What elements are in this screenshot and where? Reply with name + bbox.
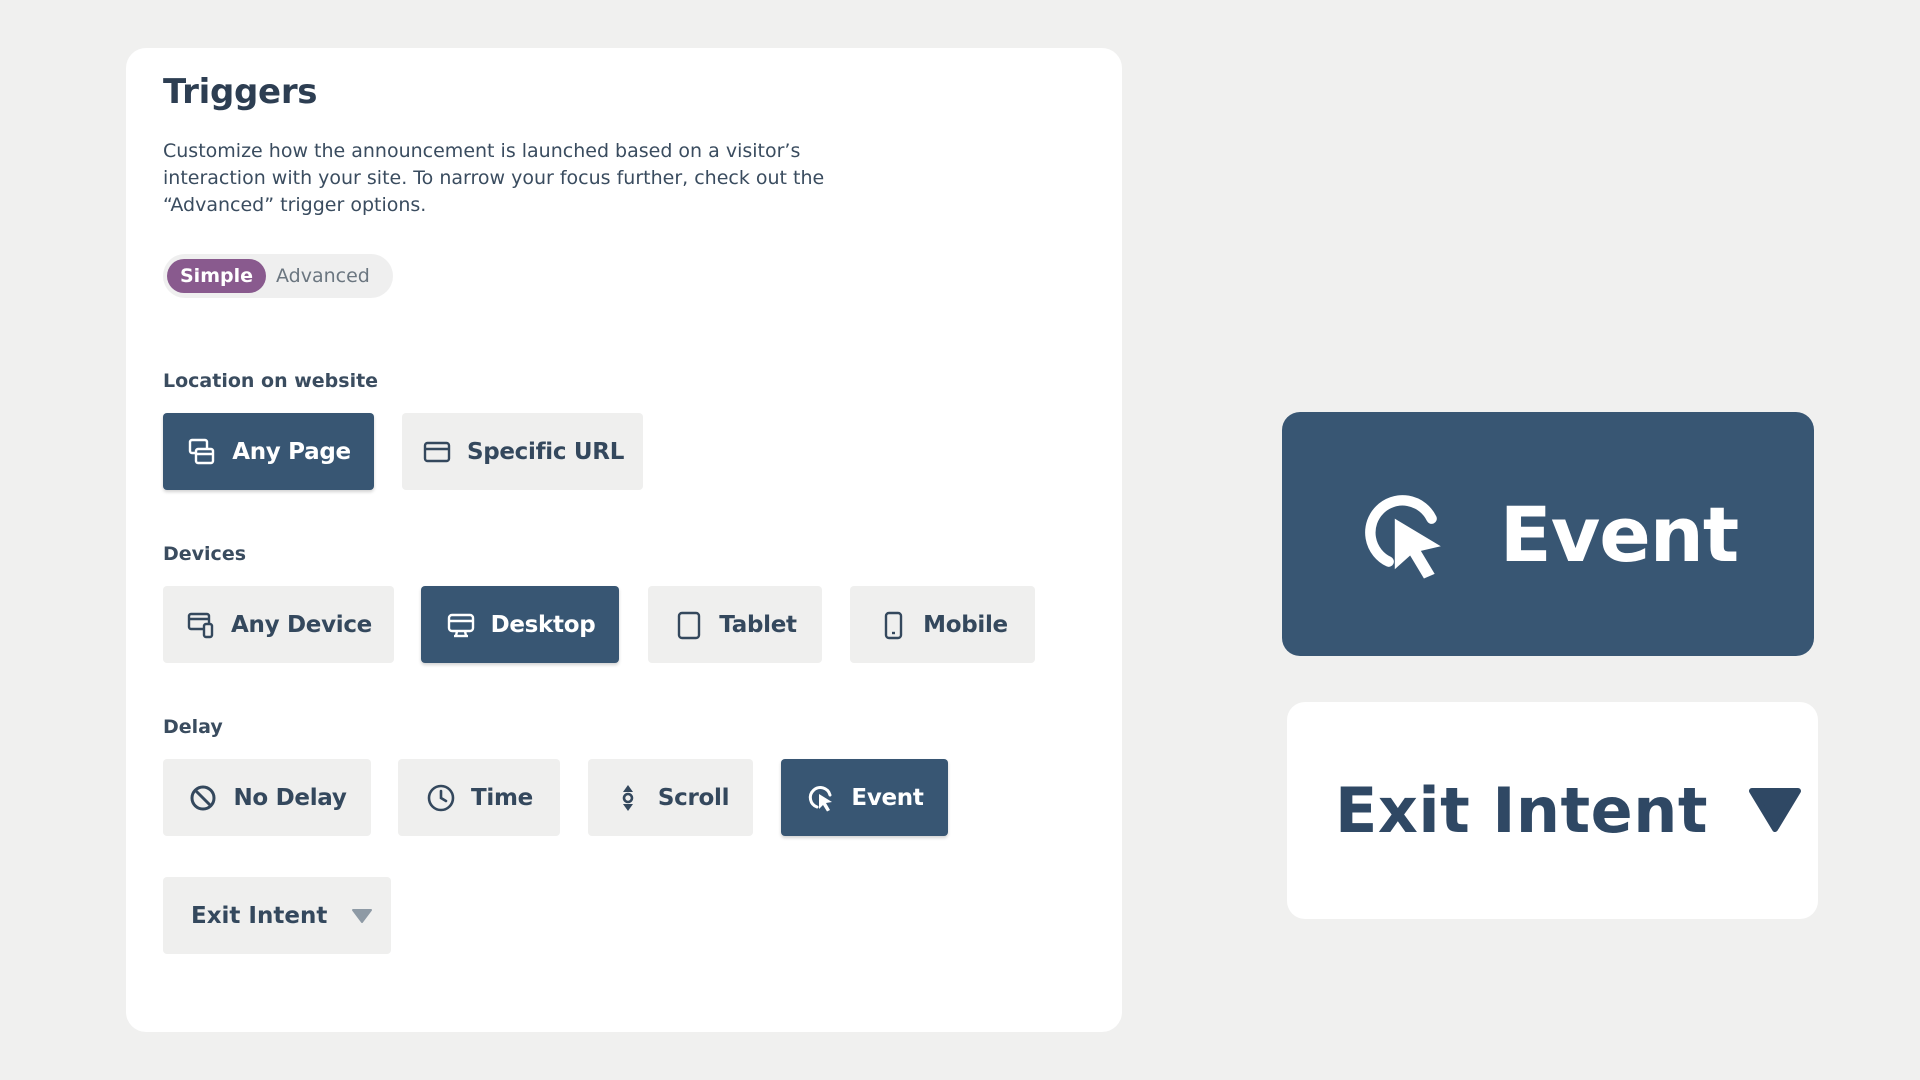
delay-scroll-label: Scroll (657, 784, 730, 811)
caret-down-icon (351, 908, 373, 924)
device-tablet-button[interactable]: Tablet (648, 586, 822, 663)
zoomed-event-label: Event (1499, 489, 1739, 579)
zoomed-event-button[interactable]: Event (1282, 412, 1814, 656)
location-specific-url-label: Specific URL (466, 438, 625, 465)
device-mobile-label: Mobile (923, 611, 1008, 638)
delay-no-delay-button[interactable]: No Delay (163, 759, 371, 836)
device-mobile-button[interactable]: Mobile (850, 586, 1035, 663)
device-tablet-label: Tablet (719, 611, 797, 638)
page-title: Triggers (163, 72, 318, 112)
location-any-page-label: Any Page (232, 438, 351, 465)
zoomed-exit-intent-value: Exit Intent (1335, 774, 1708, 847)
tablet-icon (673, 609, 705, 641)
delay-scroll-button[interactable]: Scroll (588, 759, 753, 836)
location-label: Location on website (163, 370, 379, 392)
devices-label: Devices (163, 543, 247, 565)
pages-icon (186, 436, 218, 468)
delay-event-label: Event (851, 784, 924, 811)
url-card-icon (421, 436, 453, 468)
mobile-icon (877, 609, 909, 641)
triggers-panel: Triggers Customize how the announcement … (126, 48, 1122, 1032)
event-type-dropdown[interactable]: Exit Intent (163, 877, 391, 954)
no-delay-icon (187, 782, 219, 814)
triggers-description: Customize how the announcement is launch… (163, 140, 825, 216)
zoomed-exit-intent-dropdown[interactable]: Exit Intent (1287, 702, 1818, 919)
any-device-icon (185, 609, 217, 641)
device-any-device-button[interactable]: Any Device (163, 586, 394, 663)
delay-event-button[interactable]: Event (781, 759, 948, 836)
location-specific-url-button[interactable]: Specific URL (402, 413, 643, 490)
event-type-value: Exit Intent (191, 902, 328, 929)
delay-time-label: Time (471, 784, 533, 811)
scroll-icon (612, 782, 644, 814)
caret-down-icon (1748, 787, 1802, 835)
desktop-icon (445, 609, 477, 641)
clock-icon (425, 782, 457, 814)
click-pointer-icon (1358, 484, 1450, 584)
toggle-simple[interactable]: Simple (167, 259, 266, 293)
click-pointer-icon (805, 782, 837, 814)
device-desktop-button[interactable]: Desktop (421, 586, 619, 663)
delay-label: Delay (163, 716, 223, 738)
mode-toggle[interactable]: Simple Advanced (163, 254, 393, 298)
location-any-page-button[interactable]: Any Page (163, 413, 374, 490)
device-desktop-label: Desktop (490, 611, 596, 638)
delay-no-delay-label: No Delay (233, 784, 347, 811)
delay-time-button[interactable]: Time (398, 759, 560, 836)
device-any-device-label: Any Device (231, 611, 372, 638)
toggle-advanced[interactable]: Advanced (263, 259, 383, 293)
